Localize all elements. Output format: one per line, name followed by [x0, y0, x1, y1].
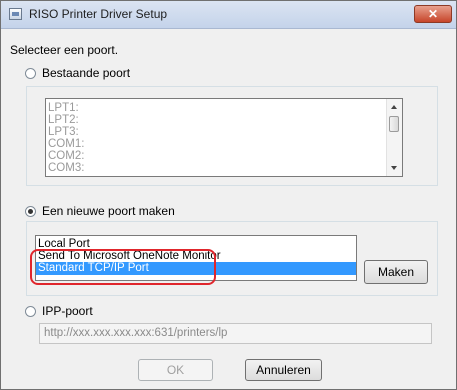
list-item[interactable]: LPT3: — [46, 126, 84, 138]
ipp-port-label[interactable]: IPP-poort — [42, 304, 93, 318]
annotation-ring — [30, 249, 216, 285]
new-port-label[interactable]: Een nieuwe poort maken — [42, 204, 175, 218]
scroll-up-icon[interactable] — [391, 105, 397, 109]
window-title: RISO Printer Driver Setup — [29, 7, 168, 21]
existing-port-radio[interactable] — [25, 68, 36, 79]
ipp-port-radio[interactable] — [25, 306, 36, 317]
ipp-url-field[interactable]: http://xxx.xxx.xxx.xxx:631/printers/lp — [39, 323, 432, 344]
close-button[interactable]: ✕ — [414, 5, 452, 23]
existing-port-label[interactable]: Bestaande poort — [42, 66, 130, 80]
scroll-down-icon[interactable] — [391, 166, 397, 170]
list-item[interactable]: LPT1: — [46, 102, 84, 114]
ok-button[interactable]: OK — [138, 359, 213, 381]
list-item[interactable]: LPT2: — [46, 114, 84, 126]
list-item[interactable]: COM3: — [46, 162, 84, 174]
create-port-button[interactable]: Maken — [364, 260, 428, 284]
app-icon — [9, 8, 22, 20]
dialog-window: RISO Printer Driver Setup ✕ Selecteer ee… — [0, 0, 457, 390]
new-port-radio[interactable] — [25, 206, 36, 217]
existing-port-list[interactable]: LPT1: LPT2: LPT3: COM1: COM2: COM3: — [45, 98, 403, 177]
cancel-button[interactable]: Annuleren — [245, 359, 322, 381]
list-item[interactable]: COM2: — [46, 150, 84, 162]
list-scrollbar[interactable] — [386, 99, 402, 176]
instruction-text: Selecteer een poort. — [10, 43, 119, 57]
close-icon: ✕ — [427, 7, 439, 21]
title-bar: RISO Printer Driver Setup ✕ — [1, 1, 456, 29]
list-item[interactable]: COM1: — [46, 138, 84, 150]
scroll-thumb[interactable] — [389, 116, 399, 132]
